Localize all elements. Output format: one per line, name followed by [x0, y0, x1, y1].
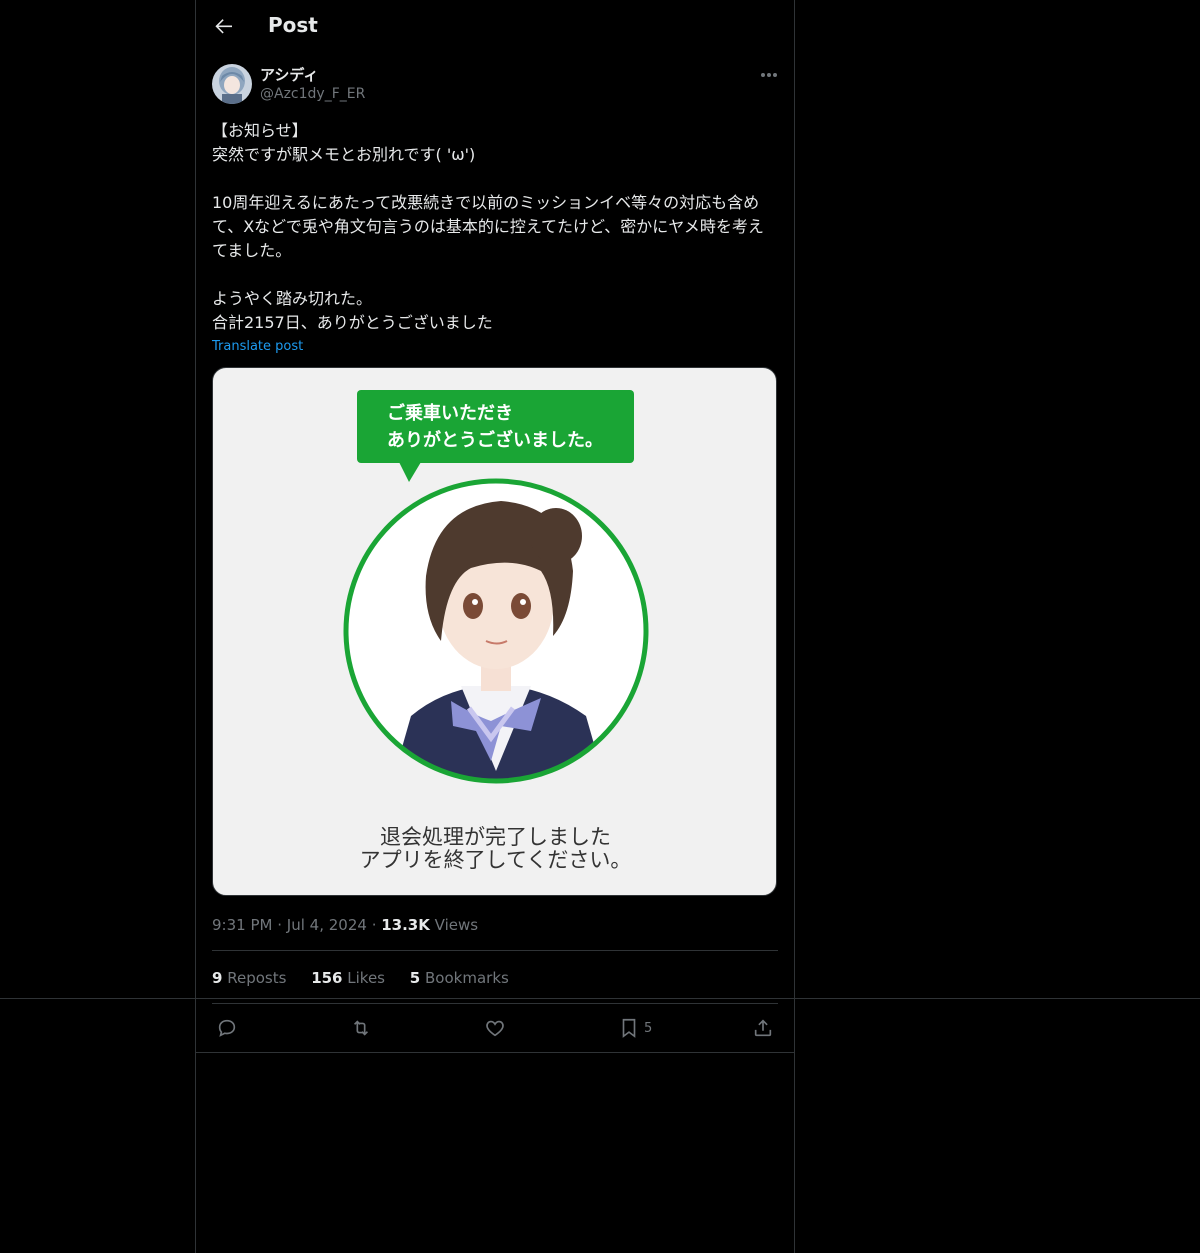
back-button[interactable]	[212, 14, 238, 40]
bookmarks-count: 5	[409, 969, 421, 987]
post-time[interactable]: 9:31 PM	[212, 916, 272, 934]
repost-button[interactable]	[350, 1016, 372, 1040]
avatar-image	[212, 64, 252, 104]
reposts-stat[interactable]: 9 Reposts	[212, 969, 286, 987]
translate-post-link[interactable]: Translate post	[212, 339, 303, 354]
post-image[interactable]: ご乗車いただき ありがとうございました。 退会処理が完了しました アプリを終了し…	[212, 367, 777, 896]
reply-icon	[218, 1019, 236, 1037]
post-column: Post アシディ @Azc1dy_F_ER 【お知らせ】 突然ですが駅メモとお…	[195, 0, 795, 1253]
image-caption: 退会処理が完了しました アプリを終了してください。	[213, 825, 776, 872]
meta-separator: ·	[277, 916, 287, 934]
bookmark-icon	[622, 1018, 636, 1038]
post-text: 【お知らせ】 突然ですが駅メモとお別れです( 'ω') 10周年迎えるにあたって…	[212, 121, 764, 332]
bookmarks-label: Bookmarks	[425, 969, 509, 987]
bubble-line-1: ご乗車いただき	[387, 403, 513, 424]
like-button[interactable]	[484, 1016, 506, 1040]
bookmark-count: 5	[644, 1020, 653, 1036]
author-handle[interactable]: @Azc1dy_F_ER	[260, 86, 365, 102]
post-date[interactable]: Jul 4, 2024	[287, 916, 367, 934]
bookmarks-stat[interactable]: 5 Bookmarks	[410, 969, 509, 987]
share-button[interactable]	[752, 1016, 774, 1040]
bookmark-button[interactable]: 5	[618, 1016, 652, 1040]
share-icon	[754, 1019, 772, 1037]
reposts-label: Reposts	[227, 969, 287, 987]
reposts-count: 9	[212, 969, 223, 987]
meta-separator: ·	[371, 916, 382, 934]
caption-line-1: 退会処理が完了しました	[380, 825, 611, 849]
repost-icon	[353, 1020, 369, 1036]
likes-stat[interactable]: 156 Likes	[311, 969, 385, 987]
speech-bubble-text: ご乗車いただき ありがとうございました。	[387, 400, 627, 454]
views-count: 13.3K	[381, 916, 430, 934]
arrow-left-icon	[215, 19, 232, 34]
author-name[interactable]: アシディ	[260, 64, 318, 85]
views-label: Views	[434, 916, 479, 934]
likes-label: Likes	[347, 969, 386, 987]
actions-divider	[196, 1052, 794, 1053]
more-horizontal-icon	[761, 73, 777, 77]
more-options-button[interactable]	[756, 64, 782, 86]
character-portrait	[343, 478, 649, 784]
avatar[interactable]	[212, 64, 252, 104]
meta-divider	[212, 950, 778, 951]
post-header: Post	[196, 0, 794, 53]
action-bar: 5	[196, 1004, 794, 1052]
page-title: Post	[268, 13, 318, 37]
caption-line-2: アプリを終了してください。	[359, 848, 632, 872]
speech-bubble: ご乗車いただき ありがとうございました。	[357, 390, 634, 463]
likes-count: 156	[311, 969, 343, 987]
reply-button[interactable]	[216, 1016, 238, 1040]
heart-icon	[486, 1020, 504, 1037]
bubble-line-2: ありがとうございました。	[387, 430, 603, 451]
post-stats: 9 Reposts 156 Likes 5 Bookmarks	[212, 969, 529, 987]
post-meta: 9:31 PM · Jul 4, 2024 · 13.3K Views	[212, 916, 478, 934]
